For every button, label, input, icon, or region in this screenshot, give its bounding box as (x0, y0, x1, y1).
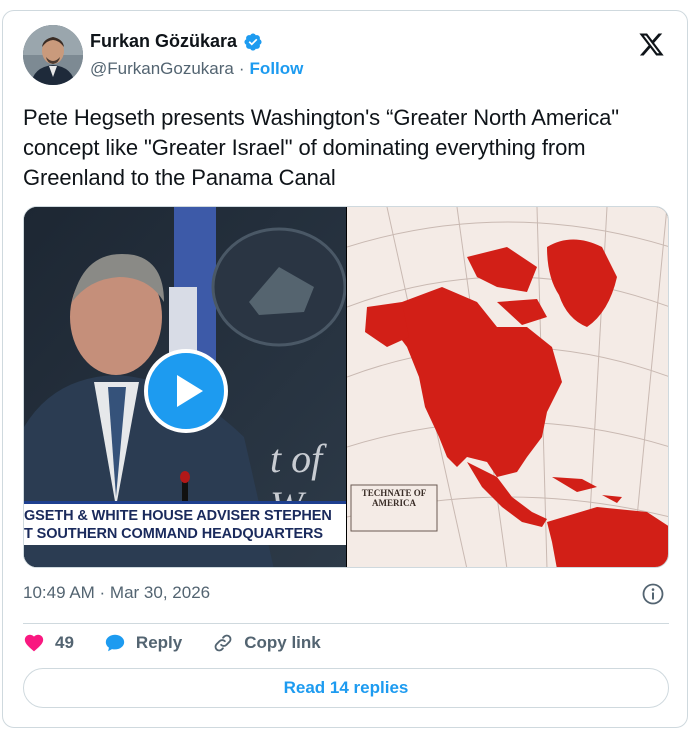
x-logo-icon[interactable] (638, 31, 665, 58)
media-container[interactable]: t of W GSETH & WHITE HOUSE ADVISER STEPH… (23, 206, 669, 568)
tweet-timestamp[interactable]: 10:49 AM · Mar 30, 2026 (23, 583, 210, 603)
info-icon[interactable] (641, 582, 665, 606)
tweet-card: Furkan Gözükara @FurkanGozukara · Follow… (2, 10, 688, 728)
avatar[interactable] (23, 25, 83, 85)
verified-badge-icon (244, 32, 262, 51)
link-icon (214, 634, 232, 652)
author-handle-row: @FurkanGozukara · Follow (90, 59, 303, 79)
copy-link-button[interactable]: Copy link (212, 632, 321, 654)
author-handle[interactable]: @FurkanGozukara (90, 59, 234, 79)
action-bar: 49 Reply Copy link (23, 631, 351, 655)
divider (23, 623, 669, 624)
read-replies-button[interactable]: Read 14 replies (23, 668, 669, 708)
play-icon (177, 375, 203, 407)
tweet-text: Pete Hegseth presents Washington's “Grea… (23, 105, 619, 190)
video-thumbnail[interactable]: t of W GSETH & WHITE HOUSE ADVISER STEPH… (24, 207, 346, 567)
like-button[interactable]: 49 (23, 632, 74, 654)
ticker-line-1: GSETH & WHITE HOUSE ADVISER STEPHEN (24, 508, 332, 524)
map-title: TECHNATE OF AMERICA (361, 488, 427, 508)
author-display-name[interactable]: Furkan Gözükara (90, 31, 237, 52)
play-button[interactable] (144, 349, 228, 433)
follow-button[interactable]: Follow (250, 59, 304, 79)
like-count: 49 (55, 633, 74, 652)
author-name-row: Furkan Gözükara (90, 31, 263, 52)
reply-bubble-icon (105, 634, 125, 652)
news-ticker: GSETH & WHITE HOUSE ADVISER STEPHEN T SO… (24, 501, 346, 545)
reply-label: Reply (135, 633, 183, 652)
ticker-line-2: T SOUTHERN COMMAND HEADQUARTERS (24, 526, 323, 542)
copy-link-label: Copy link (244, 633, 321, 652)
map-image[interactable]: TECHNATE OF AMERICA (347, 207, 668, 567)
handle-separator: · (238, 59, 245, 78)
heart-icon (24, 634, 44, 652)
reply-button[interactable]: Reply (104, 632, 182, 654)
